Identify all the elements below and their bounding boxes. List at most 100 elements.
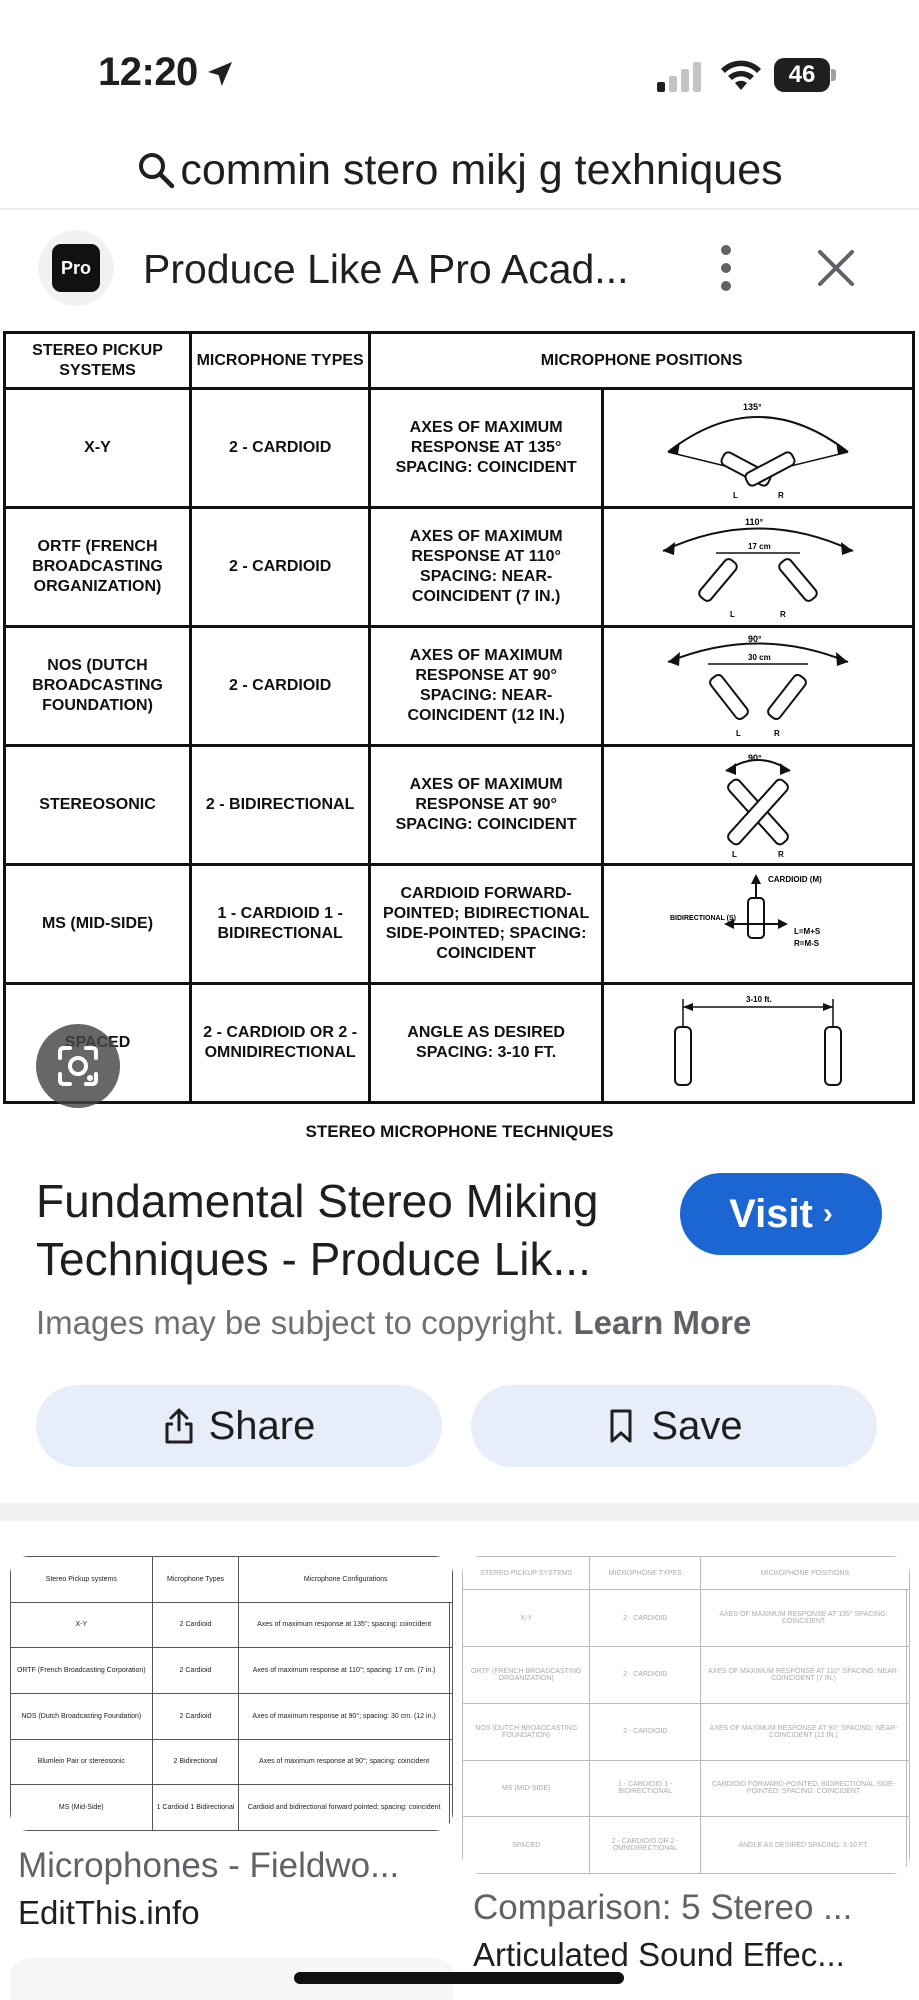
mic-right-label: R [778, 850, 784, 859]
diagram-cell [905, 1702, 910, 1761]
table-cell: 2 Cardioid [151, 1692, 240, 1740]
cell-diagram: 90° 30 cm L R [600, 625, 916, 747]
angle-label: 90° [748, 753, 762, 763]
table-cell: SPACED [462, 1816, 591, 1874]
diagram-cell [905, 1759, 910, 1818]
related-title[interactable]: Microphones - Fieldwo... [18, 1846, 399, 1886]
mic-left-label: L [733, 491, 738, 500]
table-cell: 2 - CARDIOID OR 2 - OMNIDIRECTIONAL [589, 1816, 702, 1874]
more-vert-icon[interactable] [708, 236, 744, 300]
ms-diagram: CARDIOID (M) BIDIRECTIONAL (S) L=M+S R=M… [670, 874, 822, 948]
table-row: ORTF (FRENCH BROADCASTING ORGANIZATION) 2… [462, 1646, 910, 1704]
table-cell: 2 - CARDIOID [589, 1702, 702, 1761]
table-cell: Axes of maximum response at 110°; spacin… [238, 1647, 450, 1694]
ms-bidirectional-label: BIDIRECTIONAL (S) [670, 915, 736, 922]
battery-level: 46 [788, 61, 816, 88]
table-row: NOS (Dutch Broadcasting Foundation) 2 Car… [10, 1692, 453, 1740]
share-button[interactable]: Share [36, 1385, 442, 1467]
search-query-bar[interactable]: commin stero mikj g texhniques [0, 130, 919, 210]
related-title[interactable]: Comparison: 5 Stereo ... [473, 1888, 852, 1928]
related-thumbnail[interactable]: STEREO PICKUP SYSTEMS MICROPHONE TYPES M… [462, 1556, 910, 1874]
mic-left-label: L [736, 729, 741, 738]
lens-icon [58, 1046, 98, 1086]
cell-positions: AXES OF MAXIMUM RESPONSE AT 90° SPACING:… [368, 625, 604, 747]
cell-diagram: 135° L R [600, 387, 916, 509]
header-cell: STEREO PICKUP SYSTEMS [462, 1556, 591, 1591]
table-row: NOS (DUTCH BROADCASTING FOUNDATION) 2 - … [2, 625, 916, 747]
table-cell: 2 - CARDIOID [589, 1646, 702, 1704]
stereo-technique-table: STEREO PICKUP SYSTEMS MICROPHONE TYPES M… [2, 331, 916, 1104]
table-cell: NOS (Dutch Broadcasting Foundation) [10, 1692, 153, 1740]
header-cell: Stereo Pickup systems [10, 1556, 153, 1603]
location-arrow-icon [208, 62, 232, 86]
preview-image[interactable]: STEREO PICKUP SYSTEMS MICROPHONE TYPES M… [0, 328, 919, 1148]
diagram-cell [448, 1738, 453, 1786]
status-bar: 12:20 46 [0, 0, 919, 120]
save-button[interactable]: Save [471, 1385, 877, 1467]
status-time: 12:20 [98, 50, 198, 94]
nos-diagram: 90° 30 cm L R [667, 634, 849, 738]
chevron-right-icon: › [822, 1197, 833, 1230]
table-cell: AXES OF MAXIMUM RESPONSE AT 90° SPACING:… [700, 1702, 907, 1761]
related-site[interactable]: Articulated Sound Effec... [473, 1936, 845, 1974]
bookmark-icon [610, 1409, 632, 1443]
learn-more-link[interactable]: Learn More [573, 1304, 751, 1341]
cell-diagram: 3-10 ft. [600, 982, 916, 1104]
divider [0, 208, 919, 210]
cell-positions: ANGLE AS DESIRED SPACING: 3-10 FT. [368, 982, 604, 1104]
mic-right-label: R [774, 729, 780, 738]
cell-positions: AXES OF MAXIMUM RESPONSE AT 135° SPACING… [368, 387, 604, 509]
result-title[interactable]: Fundamental Stereo Miking Techniques - P… [36, 1172, 656, 1288]
table-row: MS (MID-SIDE) 1 - CARDIOID 1 - BIDIRECTIO… [462, 1759, 910, 1818]
table-cell: Cardioid and bidirectional forward point… [238, 1784, 450, 1831]
table-cell: 2 Bidirectional [151, 1738, 240, 1786]
angle-label: 135° [743, 402, 762, 412]
table-row: Blumlein Pair or stereosonic 2 Bidirectio… [10, 1738, 453, 1786]
home-indicator[interactable] [294, 1972, 624, 1984]
cell-types: 2 - CARDIOID OR 2 - OMNIDIRECTIONAL [189, 982, 372, 1104]
table-cell: Axes of maximum response at 135°; spacin… [238, 1601, 450, 1649]
copyright-notice: Images may be subject to copyright. Lear… [36, 1304, 751, 1342]
table-cell: AXES OF MAXIMUM RESPONSE AT 135° SPACING… [700, 1589, 907, 1648]
angle-label: 110° [745, 517, 764, 527]
cell-system: X-Y [2, 387, 193, 509]
mic-right-label: R [780, 610, 786, 619]
table-header-row: STEREO PICKUP SYSTEMS MICROPHONE TYPES M… [462, 1556, 910, 1591]
source-name[interactable]: Produce Like A Pro Acad... [143, 246, 628, 293]
spacing-label: 3-10 ft. [746, 995, 772, 1004]
table-cell: 2 Cardioid [151, 1647, 240, 1694]
mic-left-label: L [730, 610, 735, 619]
save-label: Save [651, 1403, 743, 1448]
table-cell: MS (MID-SIDE) [462, 1759, 591, 1818]
cell-system: MS (MID-SIDE) [2, 863, 193, 985]
lens-button[interactable] [36, 1024, 120, 1108]
cell-positions: AXES OF MAXIMUM RESPONSE AT 110° SPACING… [368, 506, 604, 628]
diagram-cell [905, 1816, 910, 1874]
visit-button[interactable]: Visit › [680, 1173, 882, 1255]
cell-diagram: CARDIOID (M) BIDIRECTIONAL (S) L=M+S R=M… [600, 863, 916, 985]
table-cell: ORTF (French Broadcasting Corporation) [10, 1647, 153, 1694]
table-cell: X-Y [462, 1589, 591, 1648]
cell-system: ORTF (FRENCH BROADCASTING ORGANIZATION) [2, 506, 193, 628]
source-header: Pro Produce Like A Pro Acad... [0, 230, 919, 306]
spaced-diagram: 3-10 ft. [673, 995, 842, 1086]
table-row: MS (Mid-Side) 1 Cardioid 1 Bidirectional C… [10, 1784, 453, 1831]
wifi-icon [721, 60, 761, 90]
close-icon[interactable] [812, 244, 860, 292]
table-cell: Axes of maximum response at 90°; spacing… [238, 1692, 450, 1740]
share-label: Share [208, 1403, 316, 1448]
table-row: ORTF (French Broadcasting Corporation) 2 … [10, 1647, 453, 1694]
favicon-label: Pro [52, 244, 100, 292]
header-systems: STEREO PICKUP SYSTEMS [2, 331, 193, 390]
spacing-label: 30 cm [748, 653, 771, 662]
cell-diagram: 90° L R [600, 744, 916, 866]
diagram-cell [905, 1646, 910, 1704]
related-site[interactable]: EditThis.info [18, 1894, 200, 1932]
table-cell: Axes of maximum response at 90°; spacing… [238, 1738, 450, 1786]
header-cell: MICROPHONE TYPES [589, 1556, 702, 1591]
battery-icon: 46 [774, 58, 836, 92]
table-cell: MS (Mid-Side) [10, 1784, 153, 1831]
related-thumbnail[interactable]: Stereo Pickup systems Microphone Types M… [10, 1556, 453, 1831]
source-favicon[interactable]: Pro [38, 230, 114, 306]
diagram-cell [448, 1784, 453, 1831]
